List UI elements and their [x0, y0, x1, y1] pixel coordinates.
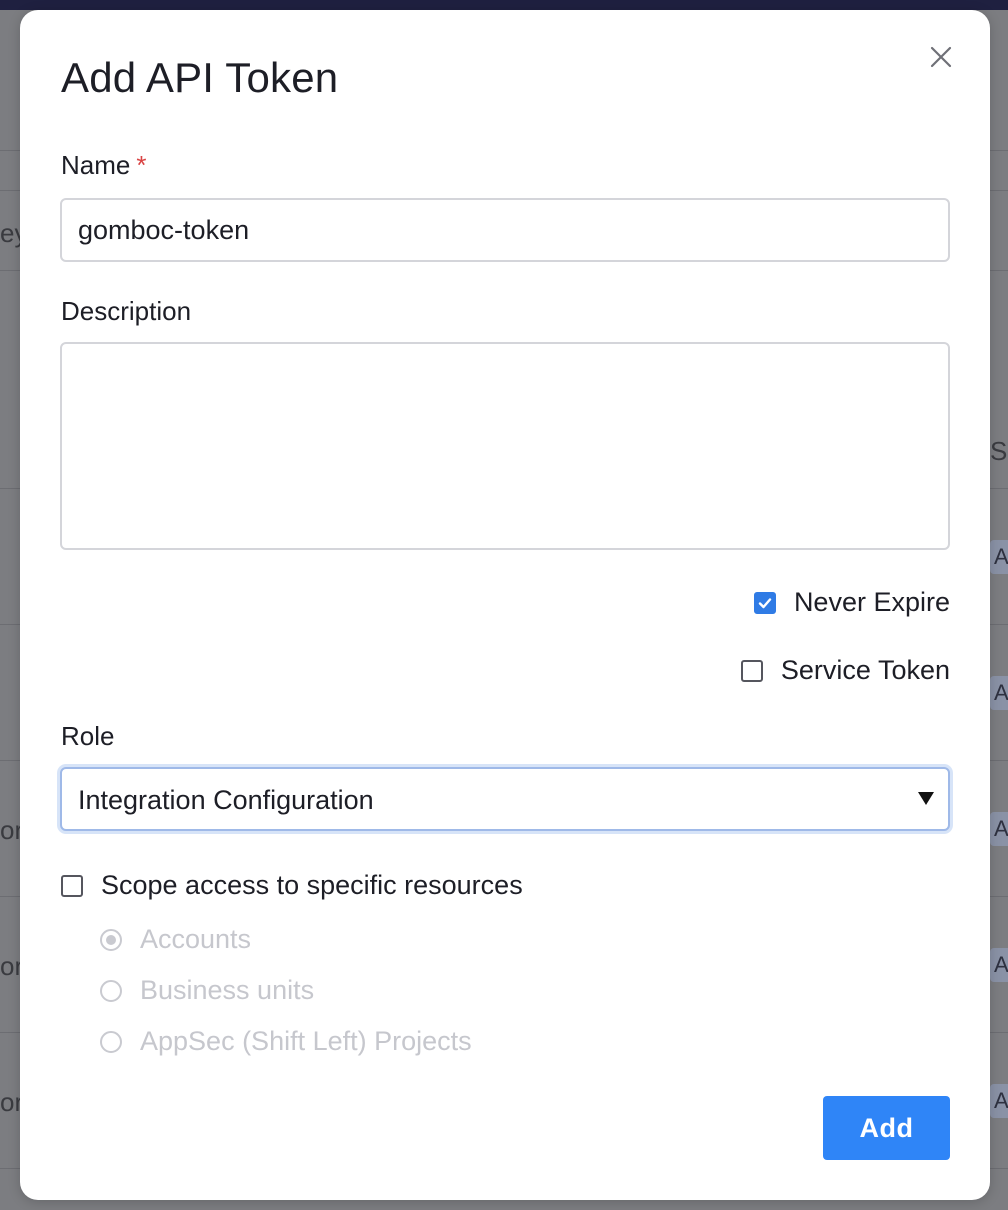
background-chip: A: [990, 812, 1008, 846]
required-marker: *: [136, 150, 147, 180]
name-label: Name *: [61, 150, 146, 181]
scope-option-accounts[interactable]: Accounts: [100, 924, 251, 955]
service-token-checkbox-row[interactable]: Service Token: [740, 655, 950, 686]
add-button[interactable]: Add: [823, 1096, 950, 1160]
radio-button[interactable]: [100, 928, 122, 951]
description-textarea[interactable]: [60, 342, 950, 550]
radio-label: AppSec (Shift Left) Projects: [140, 1026, 472, 1056]
app-topbar: [0, 0, 1008, 10]
background-text-fragment: or: [0, 1087, 20, 1117]
description-label: Description: [61, 296, 192, 326]
background-text-fragment: or: [0, 951, 20, 981]
caret-down-icon: [918, 792, 934, 805]
scope-access-checkbox[interactable]: [61, 874, 83, 897]
background-text-fragment: ey: [0, 218, 20, 248]
name-label-text: Name: [61, 150, 131, 180]
scope-option-business-units[interactable]: Business units: [100, 975, 314, 1006]
service-token-checkbox[interactable]: [740, 659, 763, 682]
dialog-title: Add API Token: [61, 54, 339, 101]
radio-label: Business units: [140, 975, 315, 1005]
radio-button[interactable]: [100, 1030, 122, 1053]
radio-selected-dot: [106, 934, 116, 945]
background-chip: A: [990, 948, 1008, 982]
close-button[interactable]: [926, 42, 956, 72]
radio-button[interactable]: [100, 979, 122, 1002]
background-chip: A: [990, 1084, 1008, 1118]
background-text-fragment: Sc: [990, 436, 1008, 466]
role-label: Role: [61, 721, 115, 751]
never-expire-label: Never Expire: [793, 587, 950, 617]
radio-label: Accounts: [140, 924, 252, 954]
never-expire-checkbox-row[interactable]: Never Expire: [753, 587, 950, 618]
background-text-fragment: or: [0, 815, 20, 845]
background-chip: A: [990, 676, 1008, 710]
scope-option-appsec-projects[interactable]: AppSec (Shift Left) Projects: [100, 1026, 472, 1057]
checkmark-icon: [758, 597, 772, 608]
scope-access-label: Scope access to specific resources: [101, 870, 523, 900]
service-token-label: Service Token: [780, 655, 950, 685]
never-expire-checkbox[interactable]: [753, 591, 776, 614]
close-icon: [930, 46, 952, 68]
role-select[interactable]: Integration Configuration: [60, 767, 950, 831]
name-input[interactable]: [60, 198, 950, 262]
scope-access-checkbox-row[interactable]: Scope access to specific resources: [61, 870, 523, 901]
add-api-token-dialog: Add API Token Name* Description Never Ex…: [20, 10, 990, 1200]
background-chip: A: [990, 540, 1008, 574]
role-select-value: Integration Configuration: [78, 785, 374, 815]
